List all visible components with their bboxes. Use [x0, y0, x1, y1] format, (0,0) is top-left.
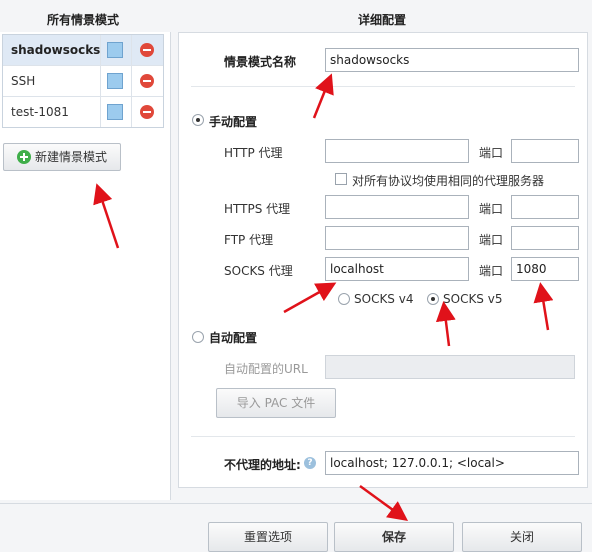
annotation-arrows — [93, 73, 554, 521]
annotation-arrow — [283, 282, 337, 314]
annotation-arrow — [359, 484, 409, 521]
annotation-arrow — [312, 73, 334, 119]
annotation-arrow — [93, 183, 120, 249]
annotation-arrow — [533, 282, 554, 331]
annotation-arrow — [435, 301, 456, 347]
